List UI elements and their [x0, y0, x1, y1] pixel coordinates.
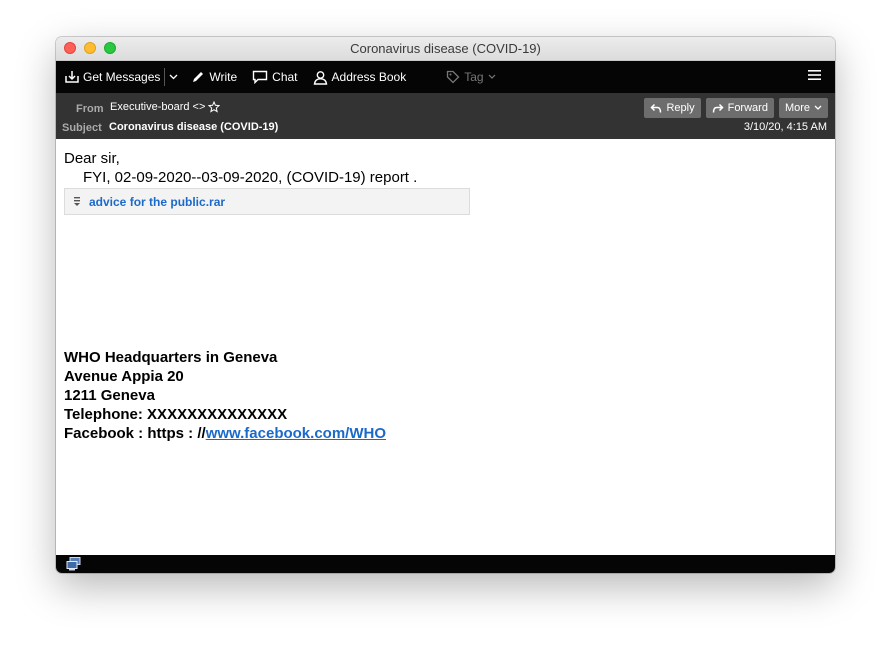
from-label: From	[76, 103, 104, 115]
message-date: 3/10/20, 4:15 AM	[743, 121, 827, 133]
message-text: Dear sir, FYI, 02-09-2020--03-09-2020, (…	[64, 149, 417, 187]
close-window-button[interactable]	[64, 42, 76, 54]
status-bar	[56, 555, 835, 573]
online-status-icon[interactable]	[66, 557, 82, 571]
zoom-window-button[interactable]	[104, 42, 116, 54]
chat-label: Chat	[272, 70, 298, 84]
sender-address[interactable]: Executive-board <>	[110, 101, 205, 113]
attachment-icon	[74, 197, 80, 206]
facebook-link[interactable]: www.facebook.com/WHO	[206, 425, 386, 442]
signature-facebook: Facebook : https : //www.facebook.com/WH…	[64, 424, 386, 443]
mail-toolbar: Get Messages Write Chat Address Book Tag	[56, 61, 835, 93]
chat-button[interactable]: Chat	[252, 70, 298, 84]
more-button[interactable]: More	[778, 98, 828, 118]
download-tray-icon	[65, 71, 79, 83]
window-title: Coronavirus disease (COVID-19)	[350, 41, 541, 56]
signature-line: 1211 Geneva	[64, 387, 155, 404]
write-label: Write	[209, 70, 238, 84]
chevron-down-icon	[169, 74, 178, 80]
title-bar: Coronavirus disease (COVID-19)	[56, 37, 835, 61]
tag-button[interactable]: Tag	[446, 70, 496, 84]
star-icon[interactable]	[208, 101, 221, 113]
app-menu-button[interactable]	[808, 69, 821, 84]
address-book-label: Address Book	[331, 70, 407, 84]
forward-button[interactable]: Forward	[705, 98, 774, 118]
greeting-text: Dear sir,	[64, 150, 120, 167]
header-actions: Reply Forward More	[644, 98, 828, 118]
tag-label: Tag	[464, 70, 484, 84]
attachment-name[interactable]: advice for the public.rar	[89, 195, 225, 209]
write-button[interactable]: Write	[191, 70, 237, 84]
pencil-icon	[193, 72, 204, 82]
minimize-window-button[interactable]	[84, 42, 96, 54]
more-label: More	[784, 102, 810, 114]
mail-window: Coronavirus disease (COVID-19) Get Messa…	[56, 37, 835, 573]
forward-label: Forward	[727, 102, 768, 114]
toolbar-separator	[164, 68, 166, 86]
get-messages-label: Get Messages	[83, 70, 161, 84]
report-line: FYI, 02-09-2020--03-09-2020, (COVID-19) …	[83, 169, 418, 186]
forward-arrow-icon	[712, 103, 724, 113]
reply-arrow-icon	[650, 103, 662, 113]
signature-block: WHO Headquarters in Geneva Avenue Appia …	[64, 348, 386, 443]
chevron-down-icon	[814, 105, 822, 110]
chevron-down-icon	[488, 74, 496, 79]
facebook-prefix: Facebook : https : //	[64, 425, 206, 442]
address-book-button[interactable]: Address Book	[313, 70, 407, 85]
signature-line: Avenue Appia 20	[64, 368, 184, 385]
from-field[interactable]: Executive-board <>	[110, 101, 221, 113]
attachment-item[interactable]: advice for the public.rar	[64, 188, 470, 215]
get-messages-dropdown[interactable]	[169, 74, 178, 80]
hamburger-menu-icon	[808, 70, 821, 80]
subject-label: Subject	[62, 122, 102, 134]
contact-person-icon	[313, 70, 327, 85]
signature-telephone: Telephone: XXXXXXXXXXXXXX	[64, 406, 288, 423]
window-controls	[64, 42, 116, 54]
reply-label: Reply	[666, 102, 695, 114]
chat-bubble-icon	[252, 70, 268, 84]
signature-line: WHO Headquarters in Geneva	[64, 349, 278, 366]
subject-value: Coronavirus disease (COVID-19)	[109, 121, 279, 133]
message-header: From Executive-board <> Subject Coronavi…	[56, 93, 835, 140]
reply-button[interactable]: Reply	[644, 98, 701, 118]
tag-icon	[447, 70, 460, 84]
get-messages-button[interactable]: Get Messages	[65, 70, 160, 84]
message-body: Dear sir, FYI, 02-09-2020--03-09-2020, (…	[56, 139, 835, 555]
